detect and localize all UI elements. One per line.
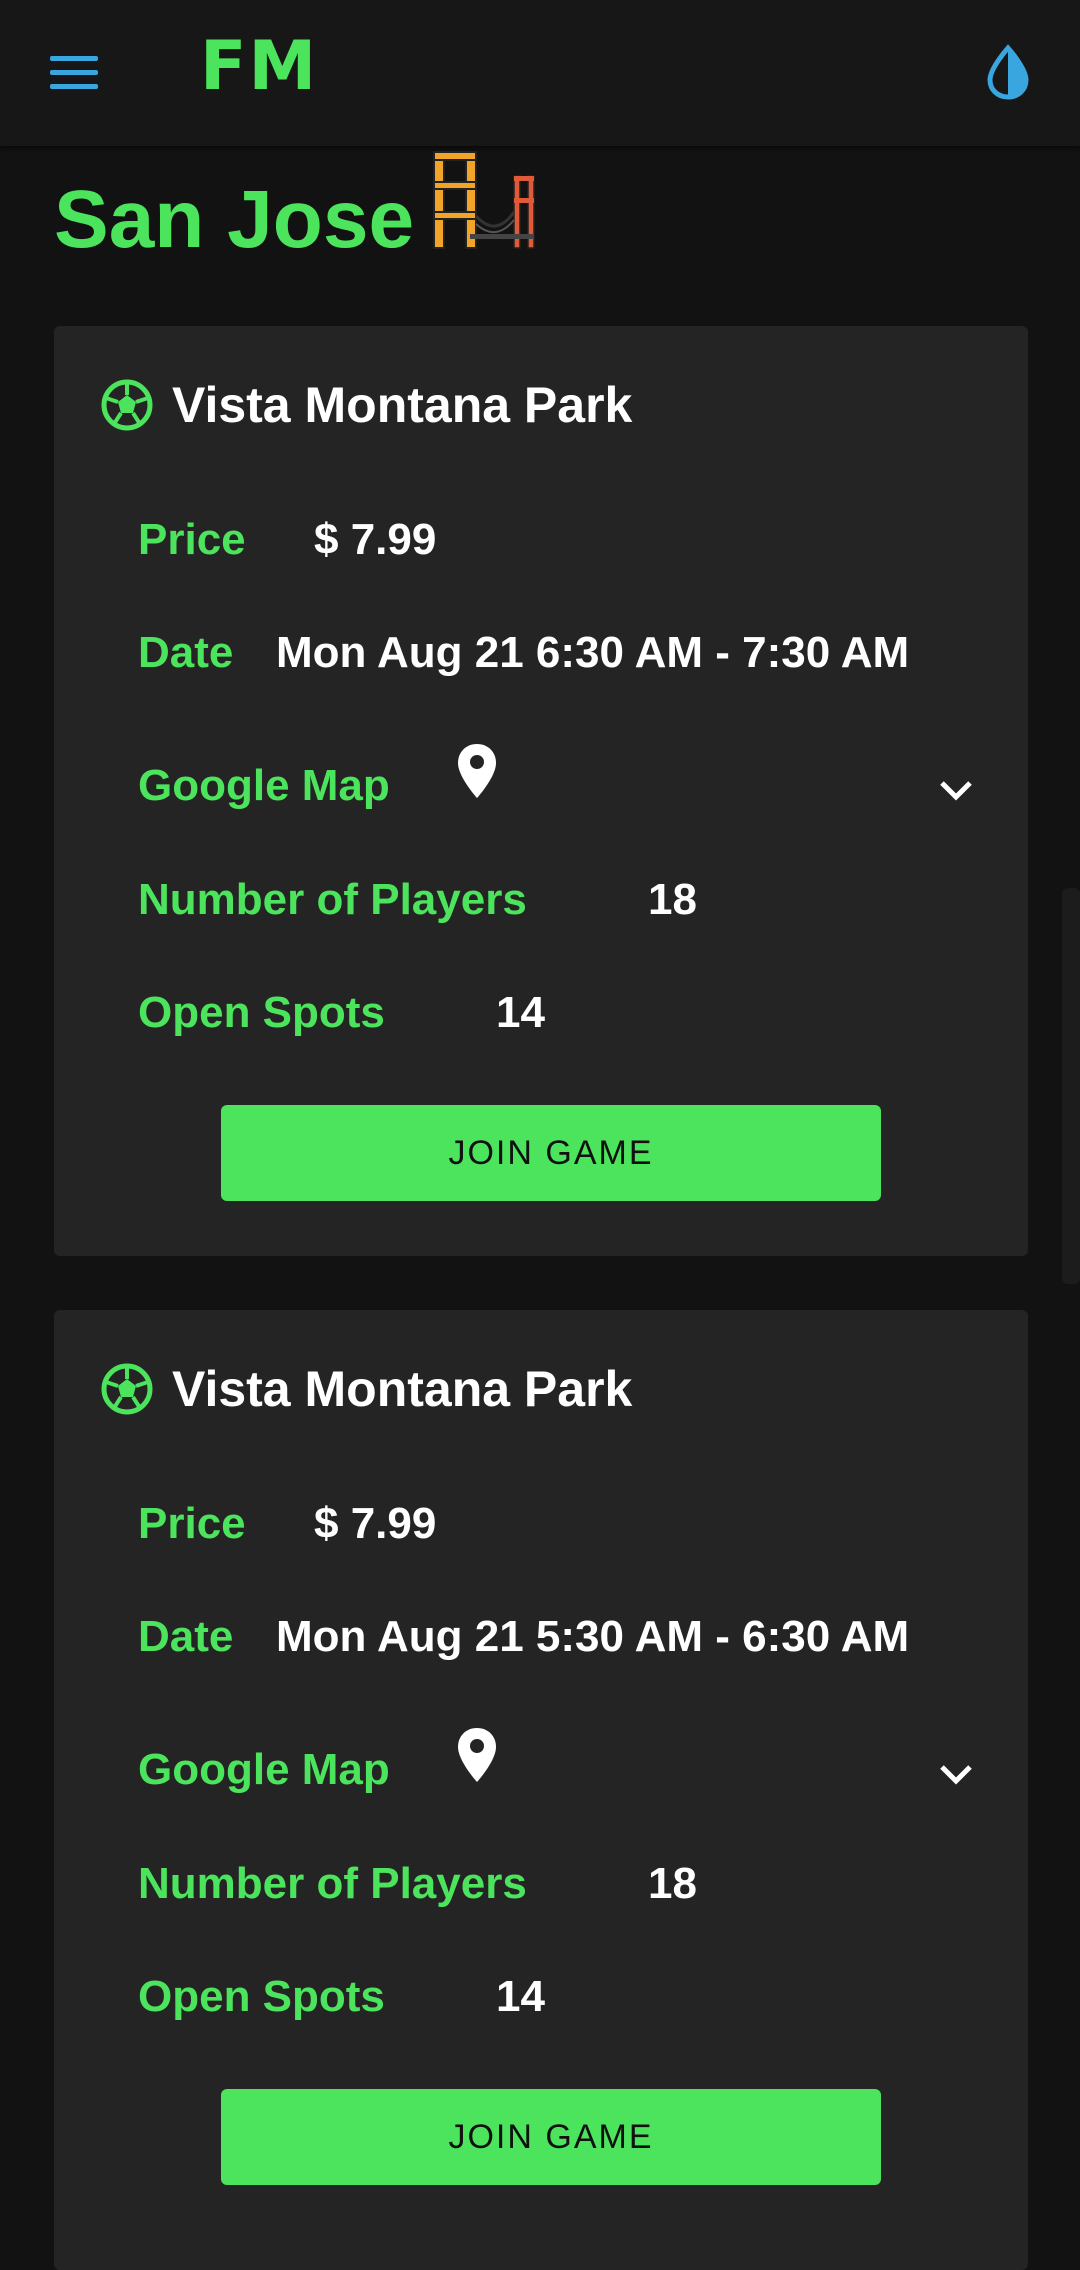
park-name: Vista Montana Park — [172, 1361, 633, 1417]
chevron-down-icon[interactable] — [938, 1762, 974, 1786]
menu-button[interactable] — [50, 56, 98, 90]
app-bar: FM — [0, 0, 1080, 146]
price-value: $ 7.99 — [314, 515, 437, 564]
scrollbar-thumb[interactable] — [1062, 888, 1080, 1284]
menu-line — [50, 70, 98, 75]
city-title: San Jose — [54, 174, 415, 265]
game-card: Vista Montana Park Price $ 7.99 Date Mon… — [54, 1310, 1028, 2270]
spots-value: 14 — [496, 988, 545, 1037]
map-label: Google Map — [138, 1745, 390, 1794]
spots-value: 14 — [496, 1972, 545, 2021]
date-value: Mon Aug 21 6:30 AM - 7:30 AM — [276, 628, 910, 677]
theme-toggle-button[interactable] — [984, 44, 1032, 100]
golden-gate-bridge-icon — [433, 151, 535, 249]
join-game-button[interactable]: JOIN GAME — [221, 1105, 881, 1201]
water-drop-icon — [987, 44, 1029, 100]
park-name: Vista Montana Park — [172, 377, 633, 433]
price-value: $ 7.99 — [314, 1499, 437, 1548]
date-value: Mon Aug 21 5:30 AM - 6:30 AM — [276, 1612, 910, 1661]
date-label: Date — [138, 628, 234, 677]
players-value: 18 — [648, 875, 697, 924]
map-label: Google Map — [138, 761, 390, 810]
players-label: Number of Players — [138, 1859, 527, 1908]
date-label: Date — [138, 1612, 234, 1661]
menu-line — [50, 56, 98, 61]
map-pin-icon[interactable] — [456, 742, 498, 800]
chevron-down-icon[interactable] — [938, 778, 974, 802]
soccer-ball-icon — [101, 379, 153, 431]
join-game-button[interactable]: JOIN GAME — [221, 2089, 881, 2185]
players-label: Number of Players — [138, 875, 527, 924]
map-pin-icon[interactable] — [456, 1726, 498, 1784]
price-label: Price — [138, 515, 246, 564]
price-label: Price — [138, 1499, 246, 1548]
soccer-ball-icon — [101, 1363, 153, 1415]
menu-line — [50, 84, 98, 89]
spots-label: Open Spots — [138, 988, 385, 1037]
app-logo[interactable]: FM — [200, 32, 318, 102]
spots-label: Open Spots — [138, 1972, 385, 2021]
players-value: 18 — [648, 1859, 697, 1908]
game-card: Vista Montana Park Price $ 7.99 Date Mon… — [54, 326, 1028, 1256]
